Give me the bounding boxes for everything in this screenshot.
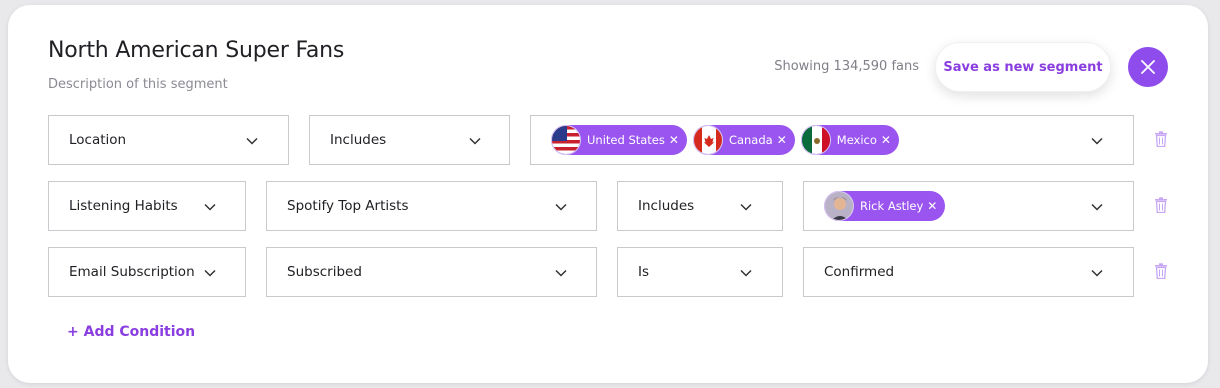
row1-operator-label: Includes [330, 132, 387, 148]
trash-icon[interactable] [1154, 131, 1168, 147]
chip-label: Rick Astley [860, 199, 924, 213]
save-segment-button[interactable]: Save as new segment [935, 42, 1111, 92]
trash-icon[interactable] [1154, 263, 1168, 279]
row2-subcategory-select[interactable]: Spotify Top Artists [266, 181, 597, 231]
chevron-down-icon [740, 203, 752, 211]
close-icon [1141, 60, 1155, 74]
row3-value-label: Confirmed [824, 264, 895, 280]
artist-avatar [824, 191, 854, 221]
remove-chip-icon[interactable]: ✕ [927, 199, 937, 213]
chevron-down-icon [469, 137, 481, 145]
chip-canada[interactable]: Canada ✕ [692, 125, 795, 155]
row3-operator-label: Is [638, 264, 650, 280]
row3-subcategory-label: Subscribed [287, 264, 362, 280]
chevron-down-icon [740, 269, 752, 277]
fan-count: Showing 134,590 fans [774, 59, 919, 74]
trash-icon[interactable] [1154, 197, 1168, 213]
chip-label: Mexico [836, 133, 877, 147]
chevron-down-icon [1091, 269, 1103, 277]
chevron-down-icon [1091, 137, 1103, 145]
us-flag-icon [551, 125, 581, 155]
segment-title: North American Super Fans [48, 38, 345, 63]
chevron-down-icon [1091, 203, 1103, 211]
row3-operator-select[interactable]: Is [617, 247, 783, 297]
remove-chip-icon[interactable]: ✕ [669, 133, 679, 147]
row2-subcategory-label: Spotify Top Artists [287, 198, 409, 214]
chevron-down-icon [555, 269, 567, 277]
chip-mexico[interactable]: Mexico ✕ [800, 125, 899, 155]
segment-description[interactable]: Description of this segment [48, 77, 228, 92]
row1-value-multiselect[interactable]: United States ✕ Canada ✕ Mexico ✕ [530, 115, 1134, 165]
remove-chip-icon[interactable]: ✕ [881, 133, 891, 147]
row3-category-select[interactable]: Email Subscription [48, 247, 246, 297]
row1-category-label: Location [69, 132, 127, 148]
mexico-flag-icon [800, 125, 831, 155]
row2-category-label: Listening Habits [69, 198, 178, 214]
row1-category-select[interactable]: Location [48, 115, 289, 165]
chip-label: Canada [728, 133, 773, 147]
chip-label: United States [587, 133, 665, 147]
row3-category-label: Email Subscription [69, 264, 195, 280]
remove-chip-icon[interactable]: ✕ [777, 133, 787, 147]
row2-value-multiselect[interactable]: Rick Astley ✕ [803, 181, 1134, 231]
row3-value-select[interactable]: Confirmed [803, 247, 1134, 297]
row1-operator-select[interactable]: Includes [309, 115, 510, 165]
chevron-down-icon [246, 137, 258, 145]
chevron-down-icon [204, 203, 216, 211]
chip-rick-astley[interactable]: Rick Astley ✕ [824, 191, 946, 221]
chevron-down-icon [204, 269, 216, 277]
row2-operator-select[interactable]: Includes [617, 181, 783, 231]
add-condition-button[interactable]: + Add Condition [67, 324, 195, 340]
close-button[interactable] [1128, 47, 1168, 87]
row2-category-select[interactable]: Listening Habits [48, 181, 246, 231]
row3-subcategory-select[interactable]: Subscribed [266, 247, 597, 297]
canada-flag-icon [692, 125, 723, 155]
chip-united-states[interactable]: United States ✕ [551, 125, 687, 155]
chevron-down-icon [555, 203, 567, 211]
row2-operator-label: Includes [638, 198, 695, 214]
